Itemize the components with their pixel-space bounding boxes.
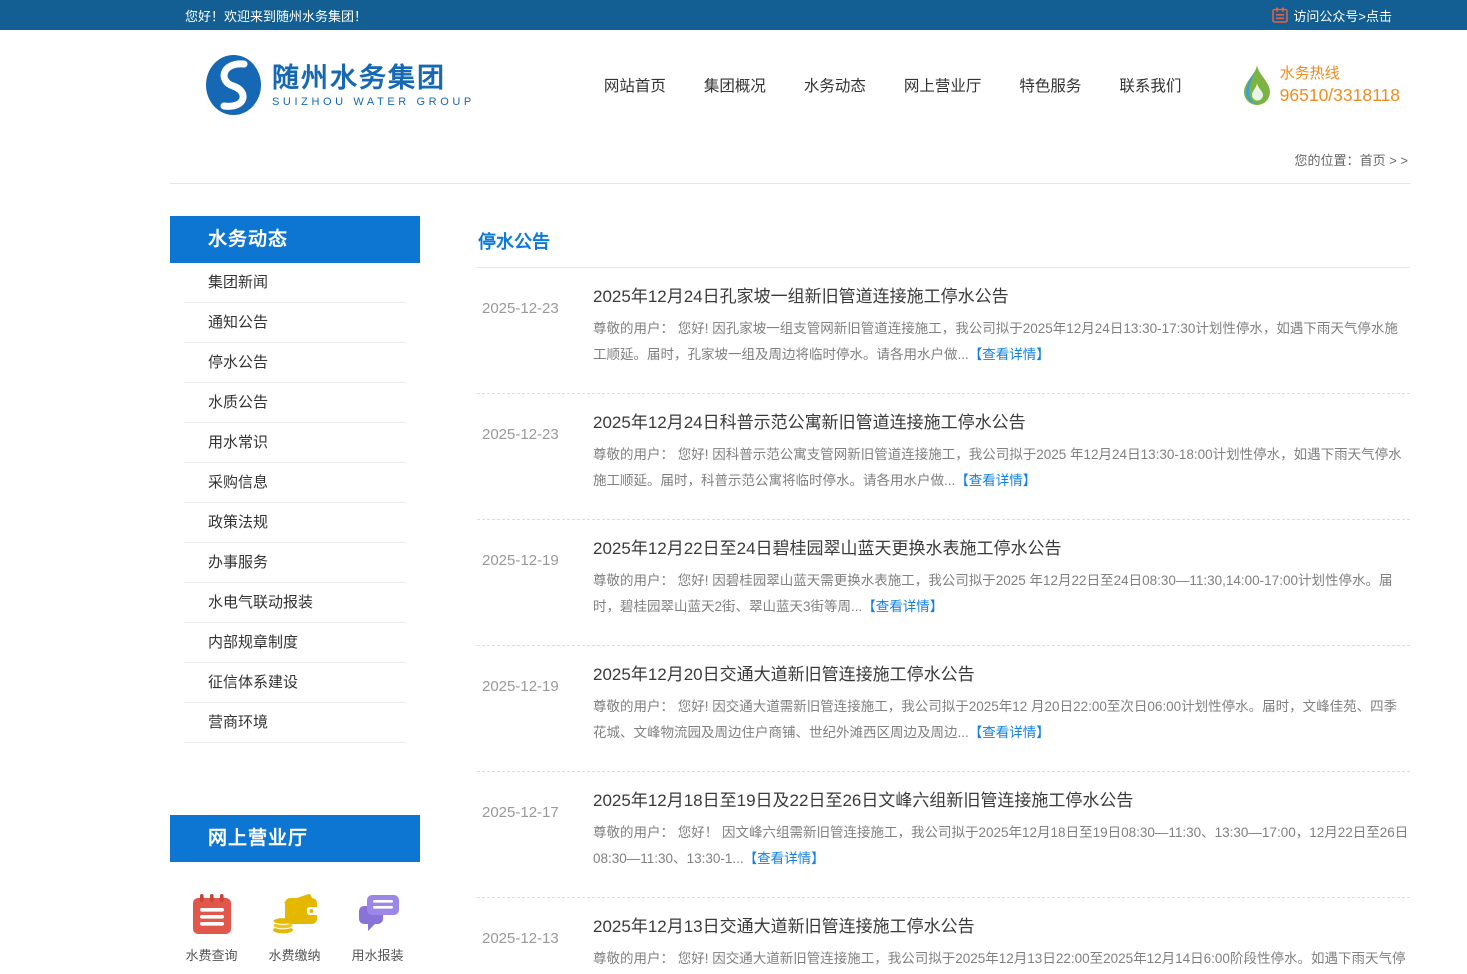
notice-summary: 尊敬的用户： 您好! 因交通大道新旧管连接施工，我公司拟于2025年12月13日…	[593, 946, 1410, 974]
view-details-link[interactable]: 【查看详情】	[955, 473, 1036, 488]
sidebar-item[interactable]: 通知公告	[184, 303, 406, 343]
nav-item[interactable]: 联系我们	[1100, 64, 1200, 106]
service-bill-query[interactable]: 水费查询	[170, 890, 253, 964]
online-hall-section: 网上营业厅 水费查询	[170, 815, 420, 974]
notice-date: 2025-12-23	[477, 411, 593, 519]
notice-item: 2025-12-19 2025年12月20日交通大道新旧管连接施工停水公告 尊敬…	[477, 646, 1410, 772]
site-header: 随州水务集团 SUIZHOU WATER GROUP 网站首页集团概况水务动态网…	[0, 30, 1467, 140]
breadcrumb-home-link[interactable]: 首页	[1360, 153, 1386, 168]
view-details-link[interactable]: 【查看详情】	[744, 851, 825, 866]
notice-title-link[interactable]: 2025年12月22日至24日碧桂园翠山蓝天更换水表施工停水公告	[593, 537, 1410, 561]
sidebar-item[interactable]: 停水公告	[184, 343, 406, 383]
nav-item[interactable]: 网站首页	[585, 64, 685, 106]
notice-summary: 尊敬的用户： 您好! 因科普示范公寓支管网新旧管道连接施工，我公司拟于2025 …	[593, 442, 1410, 494]
water-install-icon	[354, 890, 402, 938]
view-details-link[interactable]: 【查看详情】	[969, 347, 1050, 362]
breadcrumb-trail: > >	[1389, 153, 1408, 168]
notice-summary: 尊敬的用户： 您好！ 因文峰六组需新旧管连接施工，我公司拟于2025年12月18…	[593, 820, 1410, 872]
public-account-label: 访问公众号>点击	[1293, 6, 1392, 25]
breadcrumb-label: 您的位置：	[1295, 153, 1360, 168]
sidebar-hall-header: 网上营业厅	[170, 815, 420, 862]
nav-item[interactable]: 集团概况	[685, 64, 785, 106]
notice-item: 2025-12-17 2025年12月18日至19日及22日至26日文峰六组新旧…	[477, 772, 1410, 898]
logo-title: 随州水务集团	[272, 63, 475, 93]
sidebar: 水务动态 集团新闻通知公告停水公告水质公告用水常识采购信息政策法规办事服务水电气…	[170, 216, 420, 974]
bill-pay-icon	[269, 890, 321, 938]
nav-item[interactable]: 网上营业厅	[885, 64, 1001, 106]
breadcrumb: 您的位置：首页 > >	[170, 140, 1410, 184]
sidebar-item[interactable]: 营商环境	[184, 703, 406, 743]
service-label: 水费查询	[185, 945, 237, 964]
notice-date: 2025-12-23	[477, 285, 593, 393]
calendar-list-icon	[1272, 7, 1288, 23]
logo-subtitle: SUIZHOU WATER GROUP	[272, 96, 475, 108]
sidebar-menu: 集团新闻通知公告停水公告水质公告用水常识采购信息政策法规办事服务水电气联动报装内…	[170, 263, 420, 743]
notice-summary: 尊敬的用户： 您好! 因交通大道需新旧管连接施工，我公司拟于2025年12 月2…	[593, 694, 1410, 746]
service-water-install[interactable]: 用水报装	[336, 890, 419, 964]
service-label: 用水报装	[351, 945, 403, 964]
notice-date: 2025-12-17	[477, 789, 593, 897]
notice-date: 2025-12-13	[477, 915, 593, 974]
logo-icon	[205, 54, 262, 116]
notice-date: 2025-12-19	[477, 537, 593, 645]
sidebar-item[interactable]: 内部规章制度	[184, 623, 406, 663]
page-title: 停水公告	[477, 216, 1410, 268]
notice-summary: 尊敬的用户： 您好! 因碧桂园翠山蓝天需更换水表施工，我公司拟于2025 年12…	[593, 568, 1410, 620]
service-grid: 水费查询 水费缴纳	[170, 862, 420, 974]
sidebar-item[interactable]: 水质公告	[184, 383, 406, 423]
notice-summary: 尊敬的用户： 您好! 因孔家坡一组支管网新旧管道连接施工，我公司拟于2025年1…	[593, 316, 1410, 368]
hotline-number: 96510/3318118	[1280, 84, 1400, 107]
notice-item: 2025-12-23 2025年12月24日孔家坡一组新旧管道连接施工停水公告 …	[477, 268, 1410, 394]
view-details-link[interactable]: 【查看详情】	[969, 725, 1050, 740]
hotline-block: 水务热线 96510/3318118	[1242, 63, 1410, 107]
nav-item[interactable]: 特色服务	[1000, 64, 1100, 106]
notice-summary-text: 尊敬的用户： 您好！ 因文峰六组需新旧管连接施工，我公司拟于2025年12月18…	[593, 825, 1408, 866]
notice-title-link[interactable]: 2025年12月13日交通大道新旧管连接施工停水公告	[593, 915, 1410, 939]
sidebar-news-header: 水务动态	[170, 216, 420, 263]
notice-item: 2025-12-13 2025年12月13日交通大道新旧管连接施工停水公告 尊敬…	[477, 898, 1410, 974]
hotline-label: 水务热线	[1280, 64, 1400, 84]
sidebar-item[interactable]: 政策法规	[184, 503, 406, 543]
service-label: 水费缴纳	[268, 945, 320, 964]
notice-title-link[interactable]: 2025年12月24日科普示范公寓新旧管道连接施工停水公告	[593, 411, 1410, 435]
notice-list: 2025-12-23 2025年12月24日孔家坡一组新旧管道连接施工停水公告 …	[477, 268, 1410, 974]
welcome-message: 您好！欢迎来到随州水务集团！	[185, 6, 367, 25]
sidebar-item[interactable]: 水电气联动报装	[184, 583, 406, 623]
notice-title-link[interactable]: 2025年12月24日孔家坡一组新旧管道连接施工停水公告	[593, 285, 1410, 309]
notice-date: 2025-12-19	[477, 663, 593, 771]
view-details-link[interactable]: 【查看详情】	[862, 599, 943, 614]
sidebar-item[interactable]: 采购信息	[184, 463, 406, 503]
water-drop-icon	[1242, 63, 1272, 107]
sidebar-item[interactable]: 用水常识	[184, 423, 406, 463]
main-nav: 网站首页集团概况水务动态网上营业厅特色服务联系我们	[585, 64, 1201, 106]
sidebar-item[interactable]: 集团新闻	[184, 263, 406, 303]
notice-title-link[interactable]: 2025年12月18日至19日及22日至26日文峰六组新旧管连接施工停水公告	[593, 789, 1410, 813]
service-bill-pay[interactable]: 水费缴纳	[253, 890, 336, 964]
site-logo[interactable]: 随州水务集团 SUIZHOU WATER GROUP	[170, 54, 475, 116]
sidebar-item[interactable]: 办事服务	[184, 543, 406, 583]
notice-summary-text: 尊敬的用户： 您好! 因交通大道新旧管连接施工，我公司拟于2025年12月13日…	[593, 951, 1405, 974]
nav-item[interactable]: 水务动态	[785, 64, 885, 106]
notice-item: 2025-12-19 2025年12月22日至24日碧桂园翠山蓝天更换水表施工停…	[477, 520, 1410, 646]
notice-title-link[interactable]: 2025年12月20日交通大道新旧管连接施工停水公告	[593, 663, 1410, 687]
notice-item: 2025-12-23 2025年12月24日科普示范公寓新旧管道连接施工停水公告…	[477, 394, 1410, 520]
topbar: 您好！欢迎来到随州水务集团！ 访问公众号>点击	[0, 0, 1467, 30]
notice-summary-text: 尊敬的用户： 您好! 因碧桂园翠山蓝天需更换水表施工，我公司拟于2025 年12…	[593, 573, 1392, 614]
public-account-link[interactable]: 访问公众号>点击	[1272, 6, 1392, 25]
sidebar-item[interactable]: 征信体系建设	[184, 663, 406, 703]
bill-query-icon	[188, 890, 236, 938]
main-content: 停水公告 2025-12-23 2025年12月24日孔家坡一组新旧管道连接施工…	[477, 216, 1410, 974]
